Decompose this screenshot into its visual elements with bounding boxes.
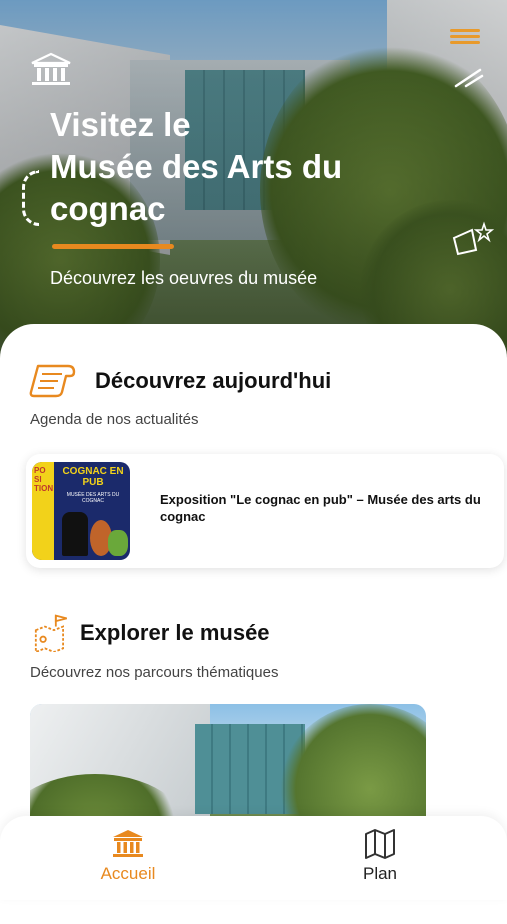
today-section-subtitle: Agenda de nos actualités — [30, 411, 199, 428]
poster-grapes — [108, 530, 128, 556]
poster-side-text: PO SI TION — [34, 466, 54, 493]
hero-title: Visitez le Musée des Arts du cognac — [50, 104, 410, 230]
museum-icon — [113, 830, 143, 857]
tab-label: Plan — [362, 864, 398, 883]
hero-banner: Visitez le Musée des Arts du cognac Déco… — [0, 0, 507, 360]
hero-subtitle: Découvrez les oeuvres du musée — [50, 268, 318, 288]
menu-icon[interactable] — [450, 26, 480, 48]
poster-bottle — [62, 512, 88, 556]
event-poster: PO SI TION COGNAC EN PUB MUSÉE DES ARTS … — [32, 462, 130, 560]
poster-museum: MUSÉE DES ARTS DU COGNAC — [66, 492, 120, 504]
bottom-tab-bar: Accueil Plan — [0, 816, 507, 900]
poster-headline: COGNAC EN PUB — [62, 466, 124, 488]
dashed-arc-decoration — [22, 170, 39, 226]
event-card[interactable]: PO SI TION COGNAC EN PUB MUSÉE DES ARTS … — [26, 454, 504, 568]
map-icon — [365, 829, 395, 859]
map-route-icon — [34, 614, 67, 652]
tab-plan[interactable]: Plan — [320, 828, 440, 884]
grapes-doodle-icon — [452, 221, 494, 256]
tab-label: Accueil — [100, 864, 156, 883]
scroll-icon — [29, 364, 76, 398]
hero-title-line: Musée des Arts du — [50, 148, 343, 185]
today-section-title: Découvrez aujourd'hui — [95, 368, 332, 393]
hero-title-line: Visitez le — [50, 106, 191, 143]
hero-underline — [52, 244, 174, 249]
explore-section-title: Explorer le musée — [80, 620, 270, 645]
hero-title-line: cognac — [50, 190, 166, 227]
event-title: Exposition "Le cognac en pub" – Musée de… — [160, 492, 481, 524]
explore-section-subtitle: Découvrez nos parcours thématiques — [30, 664, 279, 681]
tab-accueil[interactable]: Accueil — [68, 828, 188, 884]
sparkle-icon — [454, 68, 484, 88]
museum-icon — [31, 52, 71, 85]
